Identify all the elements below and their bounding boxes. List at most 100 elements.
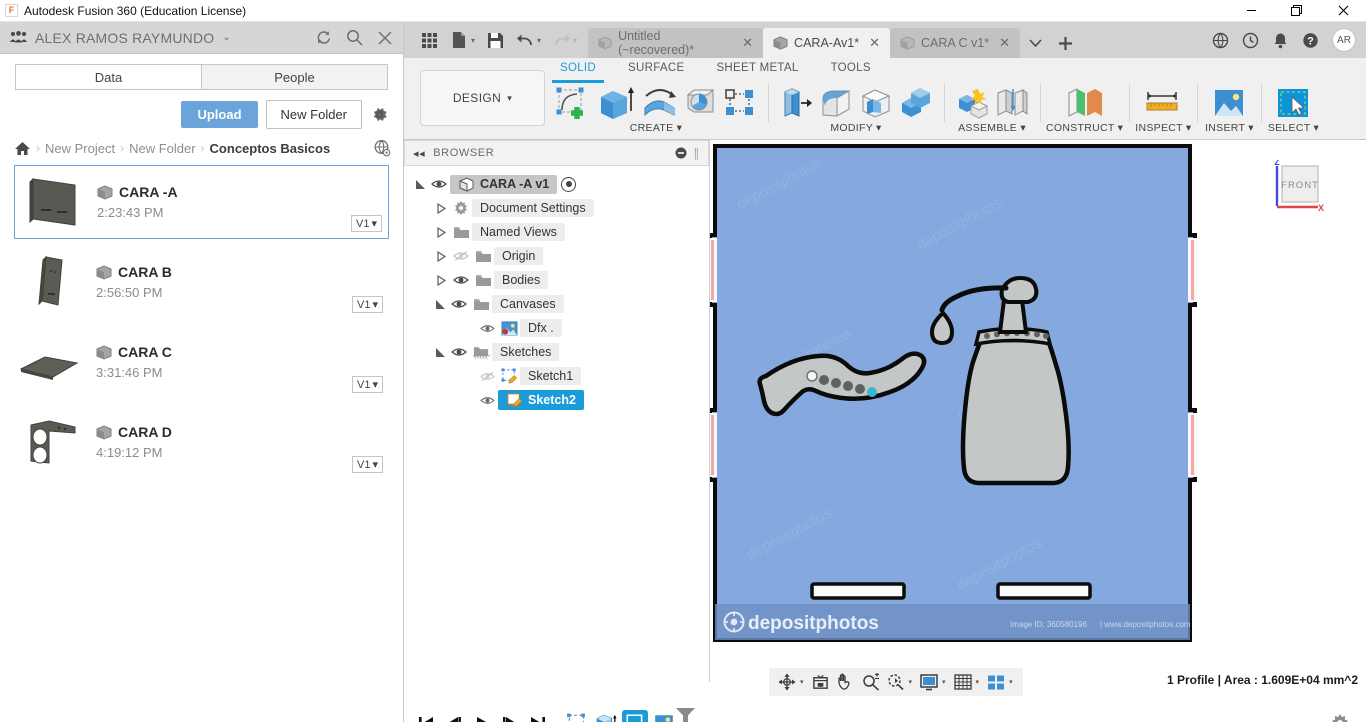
eye-visible-icon[interactable] — [428, 178, 450, 190]
insert-canvas-icon[interactable] — [1207, 84, 1251, 122]
tree-node-label[interactable]: Sketch1 — [520, 367, 582, 385]
document-tab[interactable]: Untitled (~recovered)* ✕ — [588, 28, 764, 58]
press-pull-icon[interactable] — [778, 84, 814, 122]
grid-snap-icon[interactable] — [951, 669, 975, 695]
pan-icon[interactable] — [834, 669, 858, 695]
extrude-feature-icon[interactable] — [593, 710, 619, 722]
undo-icon[interactable] — [510, 25, 540, 55]
offset-plane-icon[interactable] — [1063, 84, 1107, 122]
orbit-caret-icon[interactable]: ▾ — [800, 678, 808, 686]
chevron-collapsed-icon[interactable] — [434, 250, 450, 262]
collapse-left-icon[interactable]: ◂◂ — [413, 147, 425, 160]
new-component-icon[interactable] — [954, 84, 990, 122]
minus-circle-icon[interactable] — [675, 147, 687, 159]
zoom-icon[interactable] — [859, 669, 883, 695]
orbit-icon[interactable] — [775, 669, 799, 695]
version-selector[interactable]: V1 ▾ — [352, 376, 383, 393]
new-folder-button[interactable]: New Folder — [265, 100, 362, 129]
go-to-beginning-icon[interactable] — [412, 709, 440, 722]
ribbon-tab-sheet-metal[interactable]: SHEET METAL — [700, 58, 814, 80]
close-icon[interactable]: ✕ — [999, 35, 1010, 51]
fit-icon[interactable] — [884, 669, 908, 695]
tree-node-label[interactable]: Sketches — [492, 343, 560, 361]
ribbon-group-label[interactable]: INSPECT ▾ — [1135, 122, 1191, 134]
grip-icon[interactable]: ∥ — [693, 146, 700, 160]
ribbon-tab-surface[interactable]: SURFACE — [612, 58, 700, 80]
chevron-expanded-icon[interactable] — [432, 299, 448, 310]
select-window-icon[interactable] — [1271, 84, 1315, 122]
look-at-icon[interactable] — [809, 669, 833, 695]
redo-icon[interactable] — [546, 25, 576, 55]
fit-caret-icon[interactable]: ▾ — [909, 678, 917, 686]
tree-node-label[interactable]: Origin — [494, 247, 544, 265]
ribbon-group-label[interactable]: MODIFY ▾ — [830, 122, 881, 134]
maximize-button[interactable] — [1274, 0, 1320, 22]
eye-hidden-icon[interactable] — [476, 371, 498, 382]
version-selector[interactable]: V1 ▾ — [352, 296, 383, 313]
go-to-end-icon[interactable] — [524, 709, 552, 722]
tree-node-document-settings[interactable]: Document Settings — [404, 196, 709, 220]
pattern-icon[interactable] — [722, 84, 758, 122]
tree-node-label[interactable]: Document Settings — [472, 199, 594, 217]
tree-node-label[interactable]: CARA -A v1 — [450, 174, 558, 194]
combine-icon[interactable] — [898, 84, 934, 122]
tree-node-sketches[interactable]: Sketches — [404, 340, 709, 364]
ribbon-group-label[interactable]: ASSEMBLE ▾ — [958, 122, 1026, 134]
save-icon[interactable] — [480, 25, 510, 55]
undo-caret-icon[interactable]: ▾ — [537, 36, 541, 45]
tree-node-label[interactable]: Bodies — [494, 271, 549, 289]
ribbon-group-label[interactable]: INSERT ▾ — [1205, 122, 1254, 134]
close-icon[interactable]: ✕ — [742, 35, 753, 51]
breadcrumb-item-1[interactable]: New Folder — [129, 141, 195, 156]
create-sketch-icon[interactable] — [554, 84, 590, 122]
tree-node-named-views[interactable]: Named Views — [404, 220, 709, 244]
tree-node-origin[interactable]: Origin — [404, 244, 709, 268]
account-name[interactable]: ALEX RAMOS RAYMUNDO — [35, 30, 214, 46]
extrude-icon[interactable] — [594, 84, 638, 122]
clock-icon[interactable] — [1236, 25, 1264, 55]
viewports-icon[interactable] — [984, 669, 1008, 695]
sketch1-feature-icon[interactable] — [564, 710, 590, 722]
tree-node-label[interactable]: Dfx . — [520, 319, 562, 337]
bell-icon[interactable] — [1266, 25, 1294, 55]
list-item[interactable]: CARA B 2:56:50 PM V1 ▾ — [14, 245, 389, 319]
activate-component-radio[interactable] — [561, 176, 577, 192]
display-caret-icon[interactable]: ▾ — [942, 678, 950, 686]
add-tab-icon[interactable] — [1050, 28, 1080, 58]
ribbon-tab-solid[interactable]: SOLID — [544, 58, 612, 83]
chevron-collapsed-icon[interactable] — [434, 274, 450, 286]
timeline-marker[interactable] — [683, 708, 688, 722]
refresh-icon[interactable] — [315, 29, 332, 46]
close-icon[interactable]: ✕ — [869, 35, 880, 51]
grid-caret-icon[interactable]: ▾ — [976, 678, 984, 686]
search-icon[interactable] — [346, 29, 363, 46]
viewport-canvas[interactable]: depositphotos depositphotos depositphoto… — [710, 140, 1366, 672]
chevron-collapsed-icon[interactable] — [434, 226, 450, 238]
version-selector[interactable]: V1 ▾ — [351, 215, 382, 232]
version-selector[interactable]: V1 ▾ — [352, 456, 383, 473]
account-caret-icon[interactable]: ⌄ — [222, 32, 230, 43]
measure-icon[interactable] — [1141, 84, 1185, 122]
new-document-caret-icon[interactable]: ▾ — [471, 36, 475, 45]
tree-node-canvases[interactable]: Canvases — [404, 292, 709, 316]
eye-visible-icon[interactable] — [476, 323, 498, 334]
shell-icon[interactable] — [858, 84, 894, 122]
close-panel-icon[interactable] — [377, 30, 393, 46]
step-back-icon[interactable] — [440, 709, 468, 722]
list-item[interactable]: CARA D 4:19:12 PM V1 ▾ — [14, 405, 389, 479]
sweep-icon[interactable] — [682, 84, 718, 122]
tree-node-label[interactable]: Sketch2 — [498, 390, 584, 410]
list-item[interactable]: CARA -A 2:23:43 PM V1 ▾ — [14, 165, 389, 239]
new-document-icon[interactable] — [444, 25, 474, 55]
canvas-feature-icon[interactable] — [651, 710, 677, 722]
tree-node-dfx[interactable]: Dfx . — [404, 316, 709, 340]
tree-node-sketch1[interactable]: Sketch1 — [404, 364, 709, 388]
redo-caret-icon[interactable]: ▾ — [573, 36, 577, 45]
play-icon[interactable] — [468, 709, 496, 722]
avatar[interactable]: AR — [1332, 28, 1356, 52]
revolve-icon[interactable] — [642, 84, 678, 122]
tree-node-label[interactable]: Canvases — [492, 295, 564, 313]
list-item[interactable]: CARA C 3:31:46 PM V1 ▾ — [14, 325, 389, 399]
document-tab[interactable]: CARA C v1* ✕ — [890, 28, 1021, 58]
tree-node-cara-a[interactable]: CARA -A v1 — [404, 172, 709, 196]
